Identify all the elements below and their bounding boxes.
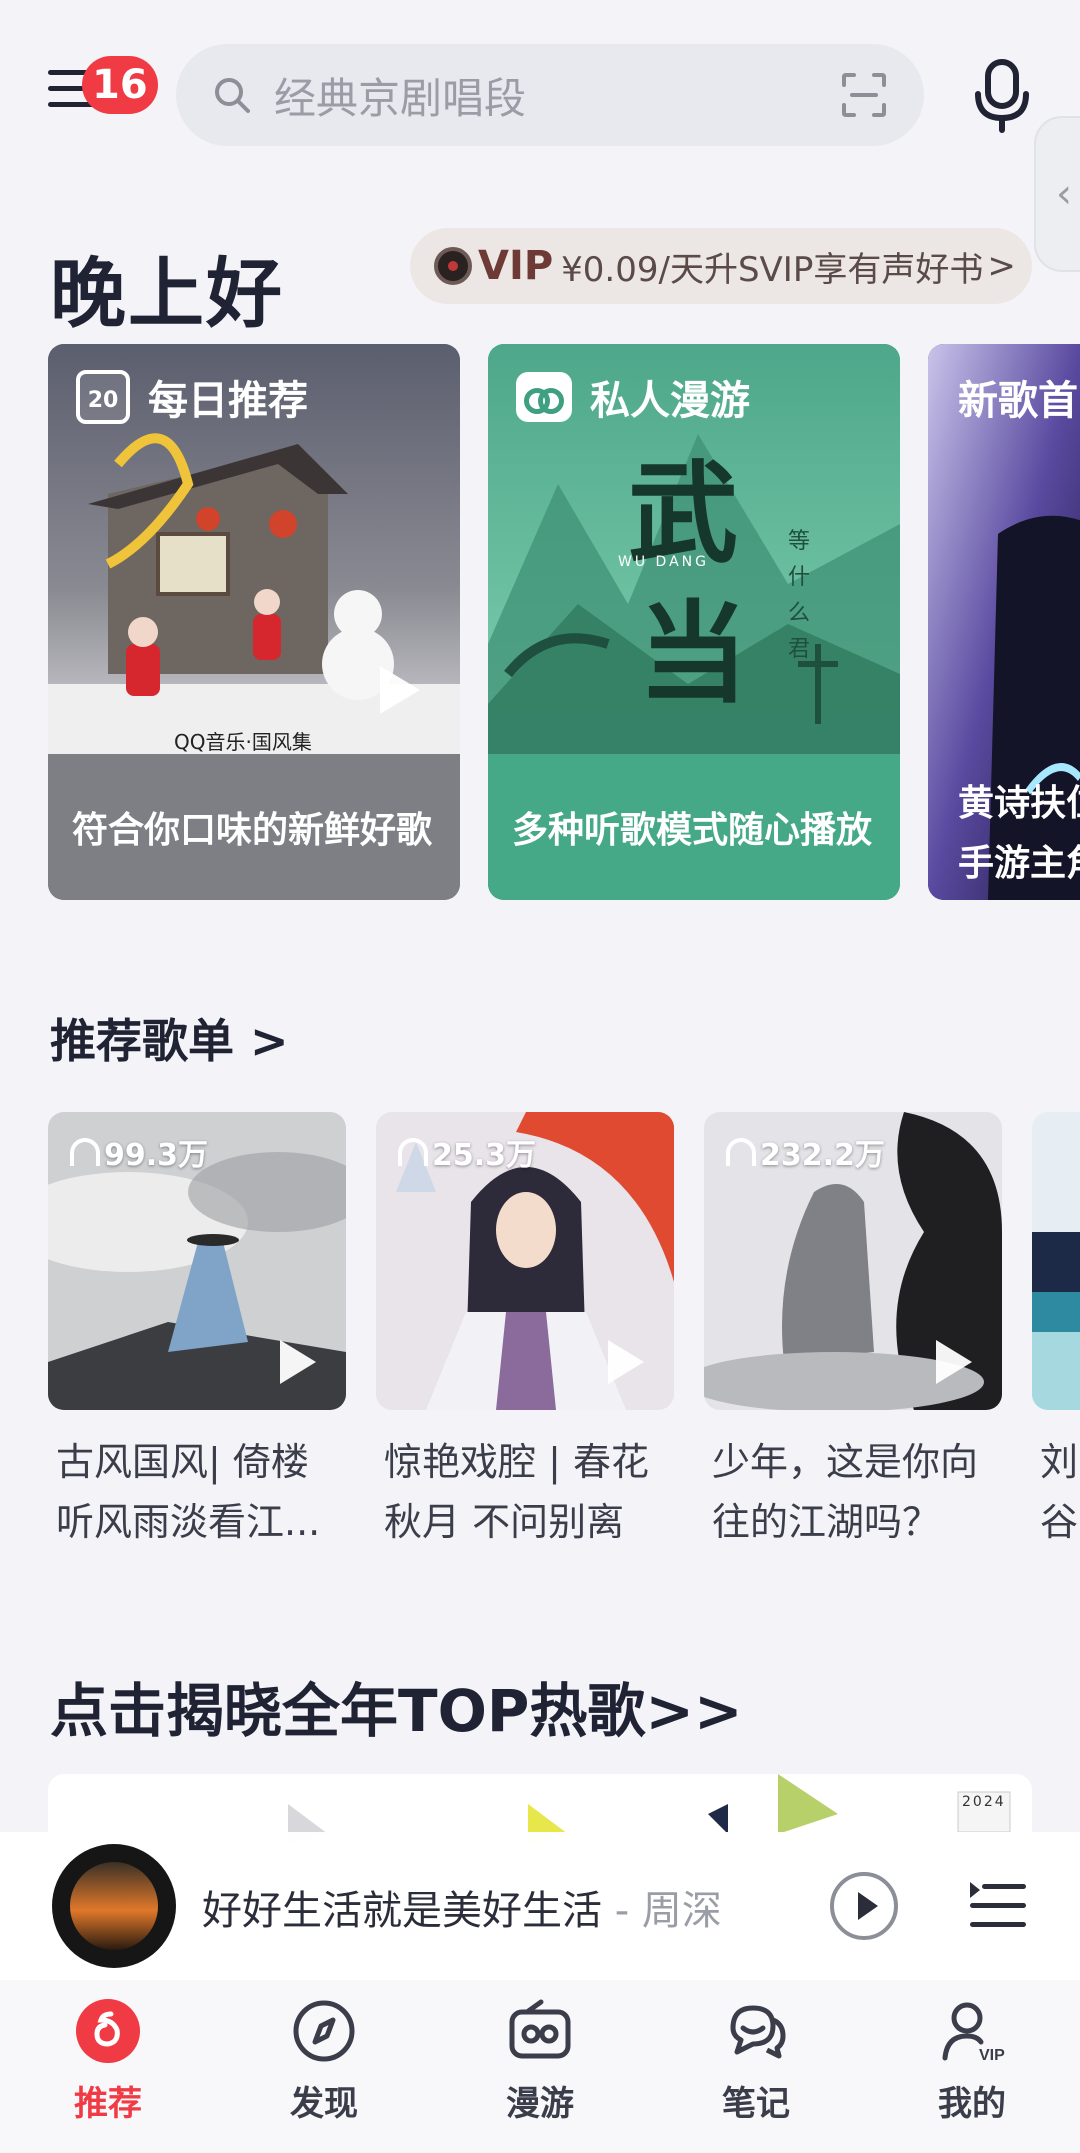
art-character-dang: 当	[638, 589, 748, 718]
playlist-title: 刘谷	[1040, 1440, 1079, 1544]
headphones-icon	[70, 1138, 100, 1166]
play-icon[interactable]	[380, 666, 420, 714]
compass-icon	[293, 2000, 355, 2062]
scan-icon[interactable]	[840, 71, 888, 119]
playlist-cover: 99.3万	[48, 1112, 346, 1410]
mini-player[interactable]: 好好生活就是美好生活 - 周深	[0, 1832, 1080, 1980]
vinyl-icon	[434, 247, 472, 285]
daily-recommend-caption: 符合你口味的新鲜好歌	[48, 754, 460, 900]
tab-roaming[interactable]: 漫游	[432, 1980, 648, 2153]
microphone-icon[interactable]	[970, 58, 1034, 134]
qq-music-brand: QQ音乐·国风集	[174, 730, 312, 754]
new-songs-caption-2: 手游主角	[958, 843, 1080, 884]
tab-recommend[interactable]: 推荐	[0, 1980, 216, 2153]
headphones-icon	[726, 1138, 756, 1166]
private-roaming-header: 私人漫游	[516, 368, 750, 426]
new-songs-title: 新歌首	[958, 378, 1078, 424]
greeting-text: 晚上好	[50, 249, 284, 338]
song-name: 好好生活就是美好生活	[202, 1888, 602, 1934]
chat-bubbles-icon	[730, 2005, 786, 2059]
vip-promo-pill[interactable]: VIP ¥0.09/天升SVIP享有声好书 >	[410, 228, 1032, 304]
playlist-card[interactable]: 232.2万 少年，这是你向往的江湖吗？	[704, 1112, 1002, 1552]
play-icon[interactable]	[936, 1340, 972, 1384]
play-button[interactable]	[830, 1872, 898, 1940]
playlist-cover	[1032, 1112, 1080, 1410]
calendar-icon: 20	[76, 370, 130, 424]
svg-text:VIP: VIP	[979, 2047, 1005, 2064]
private-roaming-caption: 多种听歌模式随心播放	[488, 754, 900, 900]
tab-label: 笔记	[722, 2084, 790, 2124]
radio-icon	[516, 372, 572, 422]
top-songs-title[interactable]: 点击揭晓全年TOP热歌>>	[50, 1664, 743, 1748]
search-bar[interactable]: 经典京剧唱段	[176, 44, 924, 146]
play-icon[interactable]	[280, 1340, 316, 1384]
play-count: 25.3万	[398, 1130, 536, 1174]
tab-label: 推荐	[74, 2084, 142, 2124]
art-text-artist: 等什么君	[788, 529, 811, 662]
search-placeholder: 经典京剧唱段	[274, 73, 527, 123]
headphones-icon	[398, 1138, 428, 1166]
playlist-cover: 232.2万	[704, 1112, 1002, 1410]
play-icon[interactable]	[608, 1340, 644, 1384]
private-roaming-card[interactable]: 武 当 WU DANG 等什么君 私人漫游 多种听歌模式随心播放	[488, 344, 900, 900]
vip-promo-text: ¥0.09/天升SVIP享有声好书	[561, 249, 984, 290]
playlist-title: 惊艳戏腔 | 春花秋月 不问别离	[384, 1440, 649, 1544]
tab-label: 发现	[290, 2084, 358, 2124]
daily-recommend-header: 20 每日推荐	[76, 368, 308, 426]
bottom-navigation: 推荐 发现 漫游 笔记 VIP 我的	[0, 1980, 1080, 2153]
now-playing-title: 好好生活就是美好生活 - 周深	[202, 1878, 722, 1936]
vip-label: VIP	[478, 243, 554, 289]
daily-recommend-card[interactable]: 20 每日推荐 QQ音乐·国风集 符合你口味的新鲜好歌	[48, 344, 460, 900]
chevron-right-icon: >	[987, 246, 1016, 286]
search-icon	[215, 78, 250, 113]
tab-mine[interactable]: VIP 我的	[864, 1980, 1080, 2153]
artist-name: - 周深	[602, 1888, 722, 1934]
play-count: 232.2万	[726, 1130, 885, 1174]
playlist-cover: 25.3万	[376, 1112, 674, 1410]
playlist-card[interactable]: 99.3万 古风国风| 倚楼听风雨淡看江...	[48, 1112, 346, 1552]
chevron-left-icon: ‹	[1056, 171, 1072, 217]
now-playing-album-art[interactable]	[52, 1844, 176, 1968]
playlist-card[interactable]: 刘谷	[1032, 1112, 1080, 1552]
user-vip-icon: VIP	[942, 2002, 1005, 2064]
new-songs-caption-1: 黄诗扶位	[958, 783, 1080, 824]
year-badge: 2024	[962, 1794, 1006, 1810]
playlist-queue-button[interactable]	[970, 1882, 1026, 1930]
play-count: 99.3万	[70, 1130, 208, 1174]
playlist-card[interactable]: 25.3万 惊艳戏腔 | 春花秋月 不问别离	[376, 1112, 674, 1552]
new-songs-header: 新歌首	[958, 368, 1078, 426]
tab-discover[interactable]: 发现	[216, 1980, 432, 2153]
new-songs-card[interactable]: 新歌首 黄诗扶位 手游主角	[928, 344, 1080, 900]
art-text-wudang: WU DANG	[618, 554, 709, 570]
private-roaming-title: 私人漫游	[590, 378, 750, 424]
playlist-title: 少年，这是你向往的江湖吗？	[712, 1440, 979, 1544]
tab-label: 我的	[938, 2084, 1006, 2124]
tab-notes[interactable]: 笔记	[648, 1980, 864, 2153]
daily-recommend-title: 每日推荐	[148, 378, 308, 424]
netease-logo-icon	[76, 1999, 140, 2063]
side-drawer-handle[interactable]: ‹	[1034, 116, 1080, 272]
recommended-playlists-title[interactable]: 推荐歌单 >	[50, 1005, 289, 1071]
tab-label: 漫游	[506, 2084, 574, 2124]
notification-badge: 16	[82, 56, 158, 114]
playlist-title: 古风国风| 倚楼听风雨淡看江...	[56, 1440, 321, 1544]
radio-icon	[509, 1999, 571, 2059]
